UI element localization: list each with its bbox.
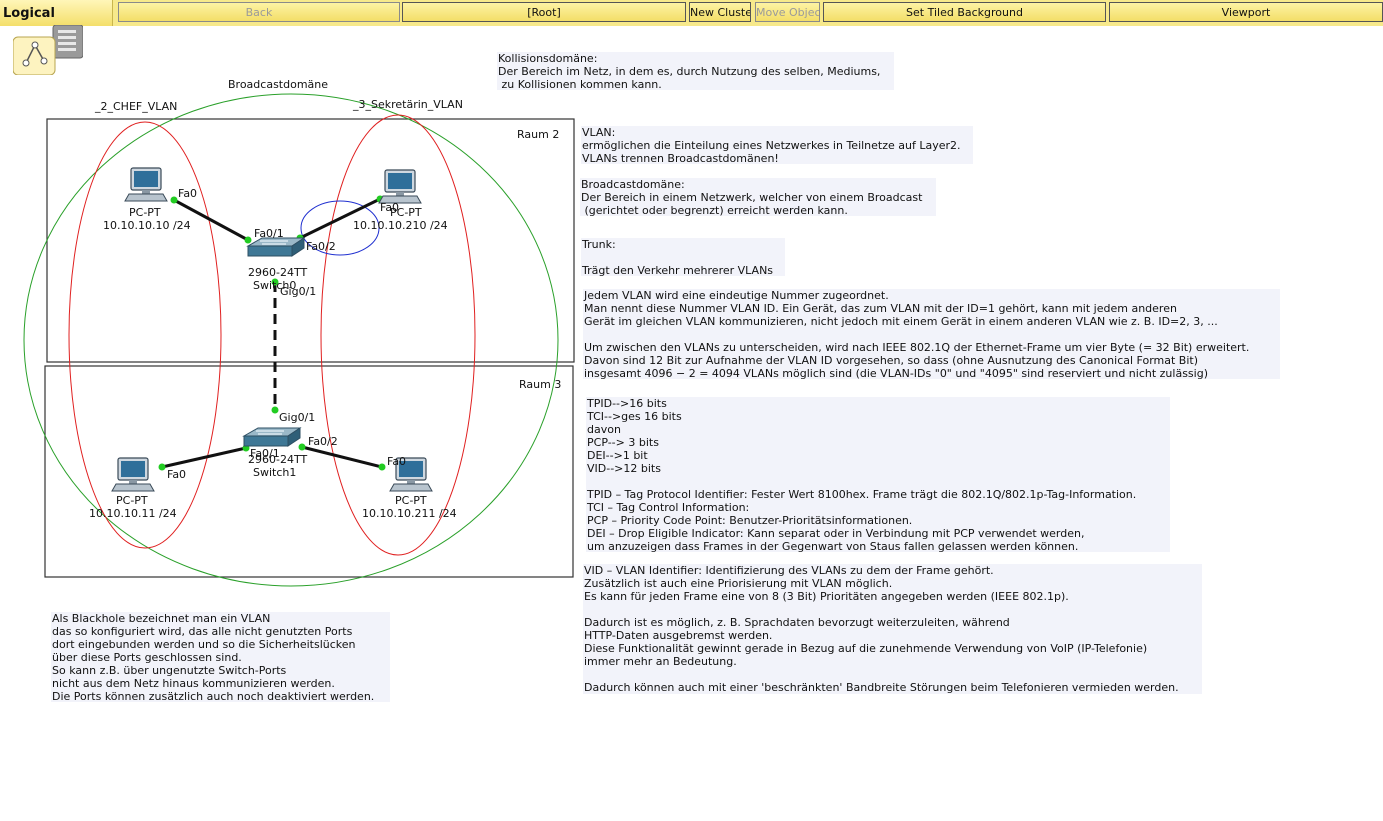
note-vlan[interactable]: VLAN: ermöglichen die Einteilung eines N… <box>581 126 973 165</box>
port-label: Gig0/1 <box>279 411 316 424</box>
pc-icon[interactable] <box>378 169 422 204</box>
vlan2-label: _2_CHEF_VLAN <box>95 100 178 113</box>
note-vid[interactable]: VID – VLAN Identifier: Identifizierung d… <box>583 564 1202 694</box>
pc-tr-ip: 10.10.10.210 /24 <box>353 219 448 232</box>
pc-br-type: PC-PT <box>395 494 427 507</box>
port-label: Fa0 <box>178 187 198 200</box>
link-pc-bl-switch1 <box>161 446 247 469</box>
broadcast-domain-label: Broadcastdomäne <box>228 78 329 91</box>
note-kollisionsdomaene[interactable]: Kollisionsdomäne: Der Bereich im Netz, i… <box>497 52 894 91</box>
port-label: Fa0 <box>167 468 187 481</box>
note-broadcastdomaene[interactable]: Broadcastdomäne: Der Bereich in einem Ne… <box>580 178 936 217</box>
pc-bl-ip: 10.10.10.11 /24 <box>89 507 177 520</box>
room2-label: Raum 2 <box>517 128 560 141</box>
pc-icon[interactable] <box>111 457 155 492</box>
pc-icon[interactable] <box>124 167 168 202</box>
switch-icon[interactable] <box>243 427 301 447</box>
switch0-model: 2960-24TT <box>248 266 308 279</box>
port-label: Fa0/1 <box>254 227 284 240</box>
note-trunk[interactable]: Trunk: Trägt den Verkehr mehrerer VLANs <box>581 238 785 277</box>
switch1-name: Switch1 <box>253 466 297 479</box>
pc-br-ip: 10.10.10.211 /24 <box>362 507 457 520</box>
port-label: Fa0 <box>380 201 400 214</box>
link-pc-br-switch1 <box>301 445 383 469</box>
note-vlan-id[interactable]: Jedem VLAN wird eine eindeutige Nummer z… <box>583 289 1280 380</box>
pc-tl-type: PC-PT <box>129 206 161 219</box>
port-label: Fa0/2 <box>306 240 336 253</box>
note-tpid[interactable]: TPID-->16 bits TCI-->ges 16 bits davon P… <box>586 397 1170 553</box>
room3-label: Raum 3 <box>519 378 562 391</box>
port-label: Fa0/2 <box>308 435 338 448</box>
port-label: Fa0 <box>387 455 407 468</box>
pc-tl-ip: 10.10.10.10 /24 <box>103 219 191 232</box>
port-label: Gig0/1 <box>280 285 317 298</box>
port-label: Fa0/1 <box>250 447 280 460</box>
note-blackhole[interactable]: Als Blackhole bezeichnet man ein VLAN da… <box>51 612 390 703</box>
pc-bl-type: PC-PT <box>116 494 148 507</box>
vlan3-label: _3_Sekretärin_VLAN <box>353 98 463 111</box>
switch-icon[interactable] <box>247 237 305 257</box>
